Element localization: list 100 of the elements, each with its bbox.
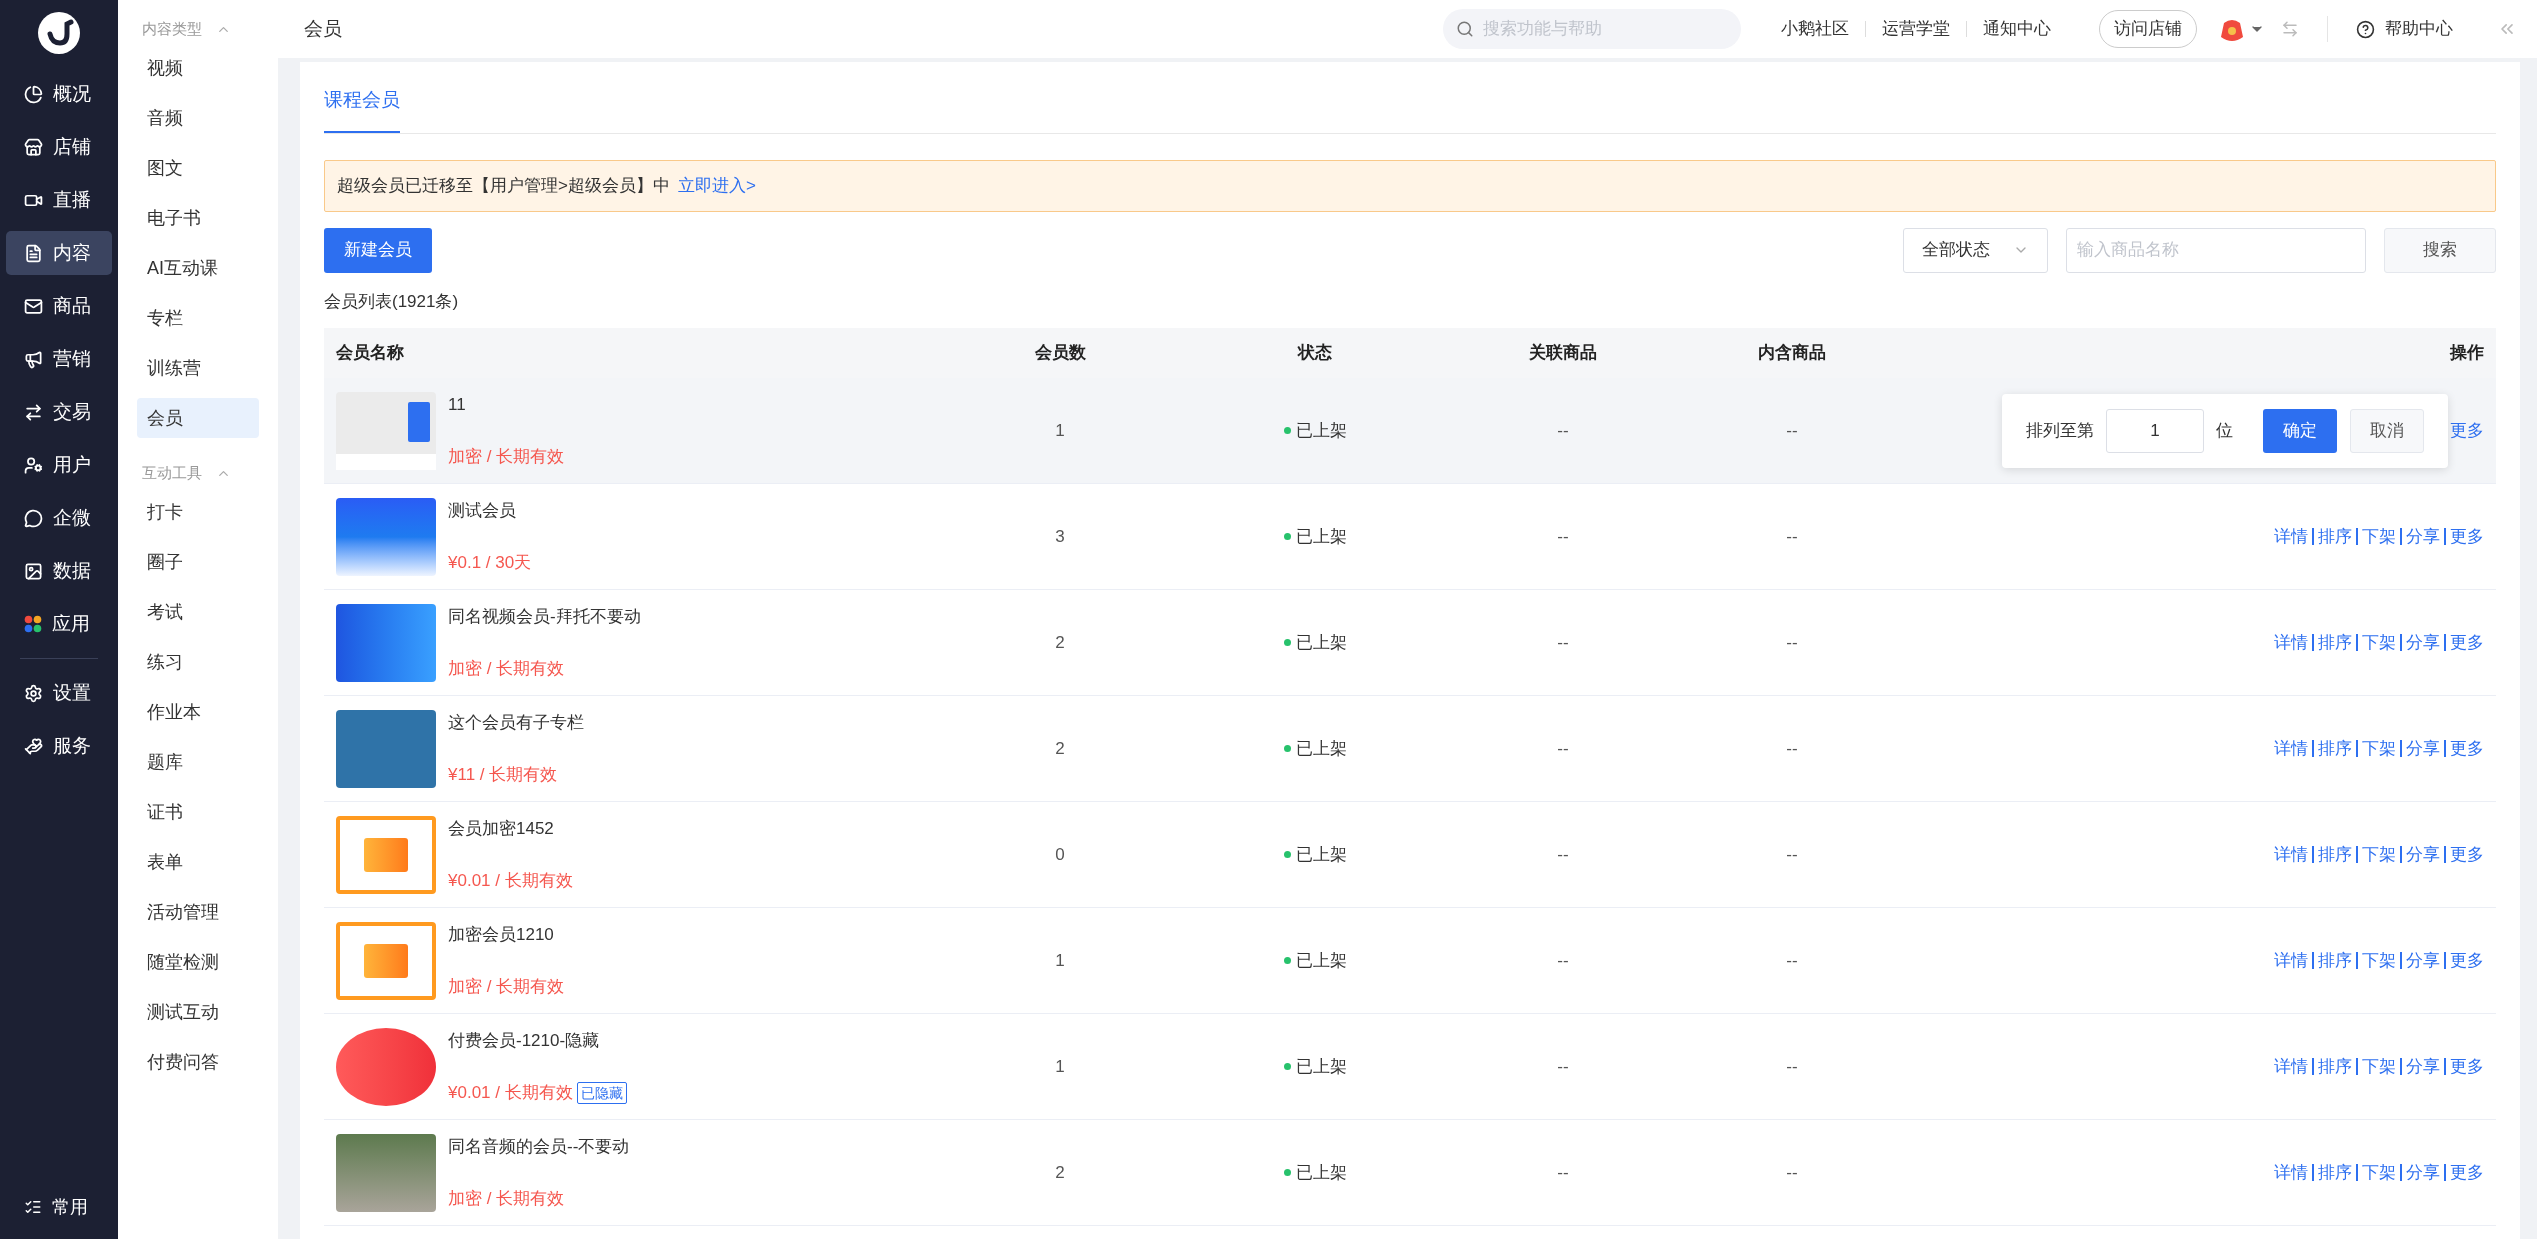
top-link[interactable]: 运营学堂 [1882,16,1950,42]
sidebar-item[interactable]: 题库 [137,742,259,782]
tab[interactable]: 课程会员 [324,80,400,133]
nav-item[interactable]: 店铺 [6,125,112,169]
action-link[interactable]: 详情 [2274,629,2308,656]
new-member-button[interactable]: 新建会员 [324,227,432,273]
search-button[interactable]: 搜索 [2384,227,2496,273]
switch-icon[interactable] [2281,20,2299,38]
action-link[interactable]: 详情 [2274,947,2308,974]
cancel-button[interactable]: 取消 [2350,409,2424,453]
nav-item[interactable]: 服务 [6,724,112,768]
status-select[interactable]: 全部状态 [1903,227,2048,273]
action-link[interactable]: 分享 [2406,1159,2440,1186]
related-products: -- [1557,631,1569,654]
price-text: ¥0.01 / 长期有效 [448,870,573,892]
sidebar-item[interactable]: 表单 [137,842,259,882]
sidebar-item[interactable]: 圈子 [137,542,259,582]
nav-item[interactable]: 营销 [6,337,112,381]
member-name[interactable]: 测试会员 [448,497,532,523]
price-text: 加密 / 长期有效 [448,658,565,680]
nav-item[interactable]: 直播 [6,178,112,222]
price-text: ¥0.01 / 长期有效 [448,1082,573,1104]
sidebar-item[interactable]: 图文 [137,148,259,188]
sidebar-item[interactable]: 音频 [137,98,259,138]
action-link[interactable]: 更多 [2450,735,2484,762]
action-link[interactable]: 更多 [2450,629,2484,656]
sidebar-item[interactable]: 证书 [137,792,259,832]
sidebar-item[interactable]: 练习 [137,642,259,682]
sidebar-item[interactable]: 考试 [137,592,259,632]
action-link[interactable]: 更多 [2450,947,2484,974]
action-link[interactable]: 排序 [2318,629,2352,656]
action-link[interactable]: 更多 [2450,417,2484,444]
action-link[interactable]: 详情 [2274,1053,2308,1080]
action-link[interactable]: 排序 [2318,1053,2352,1080]
top-link[interactable]: 小鹅社区 [1781,16,1849,42]
action-link[interactable]: 下架 [2362,947,2396,974]
nav-item[interactable]: 设置 [6,671,112,715]
nav-item[interactable]: 内容 [6,231,112,275]
member-name[interactable]: 同名视频会员-拜托不要动 [448,603,641,629]
action-link[interactable]: 分享 [2406,523,2440,550]
column-header: 内含商品 [1758,342,1826,365]
sidebar-item[interactable]: 会员 [137,398,259,438]
nav-item[interactable]: 商品 [6,284,112,328]
member-name[interactable]: 付费会员-1210-隐藏 [448,1027,627,1053]
sidebar-item[interactable]: 测试互动 [137,992,259,1032]
action-link[interactable]: 下架 [2362,523,2396,550]
action-link[interactable]: 详情 [2274,1159,2308,1186]
action-link[interactable]: 更多 [2450,841,2484,868]
sidebar-item[interactable]: 作业本 [137,692,259,732]
member-name[interactable]: 加密会员1210 [448,921,565,947]
member-name[interactable]: 同名音频的会员--不要动 [448,1133,630,1159]
nav-item[interactable]: 概况 [6,72,112,116]
action-link[interactable]: 详情 [2274,523,2308,550]
action-link[interactable]: 下架 [2362,735,2396,762]
action-link[interactable]: 详情 [2274,735,2308,762]
top-link[interactable]: 通知中心 [1983,16,2051,42]
sidebar-item[interactable]: 专栏 [137,298,259,338]
action-link[interactable]: 下架 [2362,841,2396,868]
action-link[interactable]: 下架 [2362,1159,2396,1186]
nav-item[interactable]: 用户 [6,443,112,487]
help-center-link[interactable]: 帮助中心 [2356,16,2453,42]
action-link[interactable]: 排序 [2318,947,2352,974]
position-input[interactable]: 1 [2106,409,2204,453]
action-link[interactable]: 分享 [2406,629,2440,656]
action-link[interactable]: 分享 [2406,735,2440,762]
member-name[interactable]: 这个会员有子专栏 [448,709,584,735]
nav-item[interactable]: 应用 [6,602,112,646]
sidebar-item[interactable]: 视频 [137,48,259,88]
sidebar-item[interactable]: 活动管理 [137,892,259,932]
nav-item[interactable]: 企微 [6,496,112,540]
action-link[interactable]: 更多 [2450,523,2484,550]
action-link[interactable]: 分享 [2406,1053,2440,1080]
sidebar-item[interactable]: 随堂检测 [137,942,259,982]
action-link[interactable]: 更多 [2450,1159,2484,1186]
common-menu[interactable]: 常用 [0,1185,118,1229]
action-link[interactable]: 下架 [2362,629,2396,656]
sidebar-item[interactable]: 付费问答 [137,1042,259,1082]
confirm-button[interactable]: 确定 [2263,409,2337,453]
member-name[interactable]: 会员加密1452 [448,815,573,841]
action-link[interactable]: 分享 [2406,947,2440,974]
action-link[interactable]: 下架 [2362,1053,2396,1080]
action-link[interactable]: 排序 [2318,841,2352,868]
product-name-input[interactable]: 输入商品名称 [2066,227,2366,273]
sidebar-item[interactable]: 电子书 [137,198,259,238]
nav-item[interactable]: 交易 [6,390,112,434]
sidebar-item[interactable]: 打卡 [137,492,259,532]
action-link[interactable]: 分享 [2406,841,2440,868]
nav-item[interactable]: 数据 [6,549,112,593]
action-link[interactable]: 排序 [2318,523,2352,550]
enter-link[interactable]: 立即进入> [677,172,756,199]
list-title: 会员列表(1921条) [324,290,460,313]
logo-icon[interactable] [38,12,80,54]
action-link[interactable]: 详情 [2274,841,2308,868]
member-name[interactable]: 11 [448,391,565,417]
sidebar-item[interactable]: AI互动课 [137,248,259,288]
action-link[interactable]: 更多 [2450,1053,2484,1080]
action-link[interactable]: 排序 [2318,1159,2352,1186]
sidebar-item[interactable]: 训练营 [137,348,259,388]
table-row[interactable]: 11 加密 / 长期有效 1 已上架 -- -- 排列至第 1 位 确定 取消 更多 [324,378,2496,484]
action-link[interactable]: 排序 [2318,735,2352,762]
